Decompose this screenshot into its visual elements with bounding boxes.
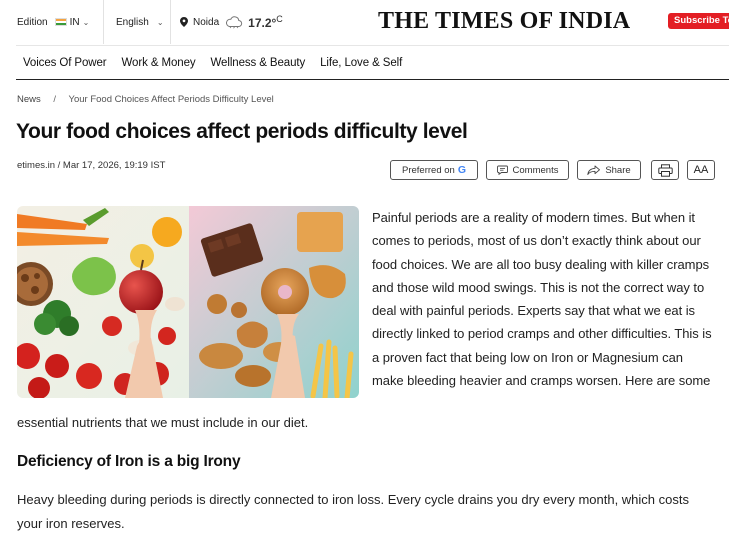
font-size-button[interactable]: AA bbox=[687, 160, 715, 180]
comments-button[interactable]: Comments bbox=[486, 160, 569, 180]
temperature-unit: C bbox=[276, 14, 283, 24]
hero-illustration bbox=[17, 206, 359, 398]
nav-item-life-love-self[interactable]: Life, Love & Self bbox=[320, 57, 402, 69]
breadcrumb: News / Your Food Choices Affect Periods … bbox=[17, 94, 274, 105]
edition-label: Edition bbox=[17, 16, 48, 28]
preferred-on-google-button[interactable]: Preferred on G bbox=[390, 160, 478, 180]
comment-icon bbox=[496, 165, 508, 175]
divider bbox=[170, 0, 171, 44]
article-lead-paragraph: Painful periods are a reality of modern … bbox=[372, 210, 712, 389]
preferred-label: Preferred on bbox=[402, 164, 455, 176]
share-button[interactable]: Share bbox=[577, 160, 641, 180]
section-heading: Deficiency of Iron is a big Irony bbox=[17, 453, 241, 470]
nav-item-work-money[interactable]: Work & Money bbox=[122, 57, 196, 69]
language-selector[interactable]: English ⌄ bbox=[116, 0, 164, 44]
breadcrumb-separator: / bbox=[53, 94, 57, 105]
article-byline: etimes.in / Mar 17, 2026, 19:19 IST bbox=[17, 160, 166, 171]
top-bar: Edition IN ⌄ English ⌄ Noida 17.2°C THE … bbox=[0, 0, 729, 44]
city-name: Noida bbox=[193, 16, 220, 28]
site-logo[interactable]: THE TIMES OF INDIA bbox=[378, 8, 630, 35]
weather-widget[interactable]: Noida 17.2°C bbox=[180, 0, 283, 44]
india-flag-icon bbox=[54, 18, 67, 26]
edition-selector[interactable]: Edition IN ⌄ bbox=[17, 0, 89, 44]
edition-value: IN bbox=[69, 16, 80, 28]
temperature: 17.2°C bbox=[248, 14, 283, 30]
temperature-value: 17.2° bbox=[248, 16, 277, 30]
printer-icon bbox=[657, 163, 673, 177]
comments-label: Comments bbox=[512, 164, 559, 176]
nav-item-voices-of-power[interactable]: Voices Of Power bbox=[23, 57, 107, 69]
article-lead-continuation: essential nutrients that we must include… bbox=[17, 415, 309, 430]
nav-item-wellness-beauty[interactable]: Wellness & Beauty bbox=[211, 57, 306, 69]
share-label: Share bbox=[605, 164, 631, 176]
article-hero-image bbox=[17, 206, 359, 398]
share-arrow-icon bbox=[587, 165, 601, 175]
article-title: Your food choices affect periods difficu… bbox=[16, 120, 468, 143]
section-nav: Voices Of Power Work & Money Wellness & … bbox=[16, 45, 729, 80]
cloudy-weather-icon bbox=[226, 15, 243, 29]
chevron-down-icon: ⌄ bbox=[82, 17, 90, 27]
divider bbox=[103, 0, 104, 44]
chevron-down-icon: ⌄ bbox=[156, 17, 164, 27]
subscribe-button[interactable]: Subscribe To bbox=[668, 13, 729, 29]
google-icon: G bbox=[457, 164, 466, 176]
location-pin-icon bbox=[180, 17, 188, 27]
article-paragraph: Heavy bleeding during periods is directl… bbox=[17, 492, 689, 531]
breadcrumb-news-link[interactable]: News bbox=[17, 94, 41, 105]
breadcrumb-current: Your Food Choices Affect Periods Difficu… bbox=[68, 94, 274, 105]
language-value: English bbox=[116, 16, 149, 28]
print-button[interactable] bbox=[651, 160, 679, 180]
